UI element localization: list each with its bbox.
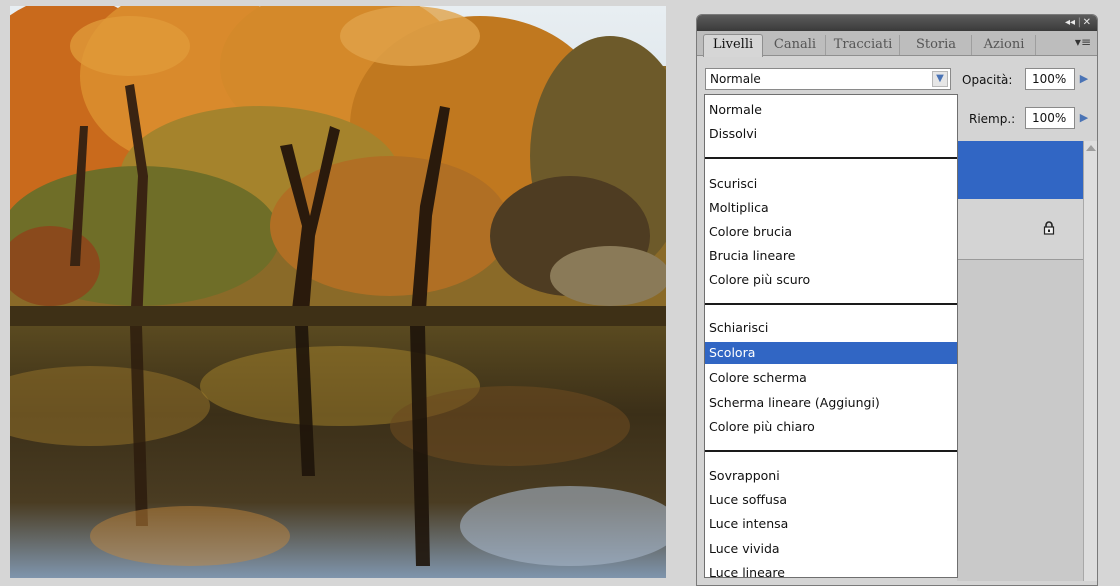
blend-mode-dropdown: Normale Dissolvi Scurisci Moltiplica Col… xyxy=(704,94,958,578)
blend-option-luce-vivida[interactable]: Luce vivida xyxy=(705,538,957,560)
tab-azioni[interactable]: Azioni xyxy=(973,35,1036,55)
titlebar-separator: | xyxy=(1077,17,1081,28)
blend-option-schiarisci[interactable]: Schiarisci xyxy=(705,317,957,339)
blend-mode-select[interactable]: Normale ▼ xyxy=(705,68,951,90)
chevron-down-icon[interactable]: ▼ xyxy=(932,71,948,87)
menu-divider xyxy=(705,157,957,159)
autumn-lake-image xyxy=(10,6,666,578)
layer-row-background[interactable] xyxy=(957,199,1083,260)
close-icon[interactable]: ✕ xyxy=(1083,16,1091,30)
opacity-field[interactable]: 100% xyxy=(1025,68,1075,90)
opacity-value: 100% xyxy=(1032,72,1067,86)
tab-storia[interactable]: Storia xyxy=(901,35,972,55)
blend-option-colore-piu-chiaro[interactable]: Colore più chiaro xyxy=(705,416,957,438)
blend-option-colore-piu-scuro[interactable]: Colore più scuro xyxy=(705,269,957,291)
menu-divider xyxy=(705,450,957,452)
layer-row-selected[interactable] xyxy=(957,141,1083,199)
lock-icon xyxy=(1043,221,1055,235)
document-canvas-photo xyxy=(10,6,666,578)
blend-option-luce-intensa[interactable]: Luce intensa xyxy=(705,513,957,535)
blend-option-colore-scherma[interactable]: Colore scherma xyxy=(705,367,957,389)
blend-mode-value: Normale xyxy=(710,72,761,86)
blend-option-normale[interactable]: Normale xyxy=(705,99,957,121)
tab-tracciati[interactable]: Tracciati xyxy=(827,35,900,55)
blend-option-dissolvi[interactable]: Dissolvi xyxy=(705,123,957,145)
blend-option-moltiplica[interactable]: Moltiplica xyxy=(705,197,957,219)
blend-option-colore-brucia[interactable]: Colore brucia xyxy=(705,221,957,243)
panel-menu-icon[interactable]: ▾≡ xyxy=(1075,35,1091,49)
collapse-icon[interactable]: ◂◂ xyxy=(1065,16,1075,30)
menu-divider xyxy=(705,303,957,305)
layers-scrollbar[interactable] xyxy=(1083,141,1097,581)
scroll-up-icon[interactable] xyxy=(1086,145,1096,151)
blend-option-sovrapponi[interactable]: Sovrapponi xyxy=(705,465,957,487)
tab-livelli[interactable]: Livelli xyxy=(703,34,763,57)
tab-canali[interactable]: Canali xyxy=(765,35,826,55)
blend-option-luce-lineare[interactable]: Luce lineare xyxy=(705,562,957,577)
fill-label: Riemp.: xyxy=(969,112,1016,126)
blend-option-scherma-lineare[interactable]: Scherma lineare (Aggiungi) xyxy=(705,392,957,414)
fill-value: 100% xyxy=(1032,111,1067,125)
panel-tabs: Livelli Canali Tracciati Storia Azioni ▾… xyxy=(697,31,1097,57)
opacity-arrow-icon[interactable]: ▶ xyxy=(1077,68,1091,90)
blend-option-luce-soffusa[interactable]: Luce soffusa xyxy=(705,489,957,511)
fill-arrow-icon[interactable]: ▶ xyxy=(1077,107,1091,129)
blend-option-brucia-lineare[interactable]: Brucia lineare xyxy=(705,245,957,267)
opacity-label: Opacità: xyxy=(962,73,1013,87)
blend-option-scurisci[interactable]: Scurisci xyxy=(705,173,957,195)
fill-field[interactable]: 100% xyxy=(1025,107,1075,129)
panel-titlebar[interactable]: ◂◂ | ✕ xyxy=(697,15,1097,31)
blend-option-scolora[interactable]: Scolora xyxy=(705,342,957,364)
